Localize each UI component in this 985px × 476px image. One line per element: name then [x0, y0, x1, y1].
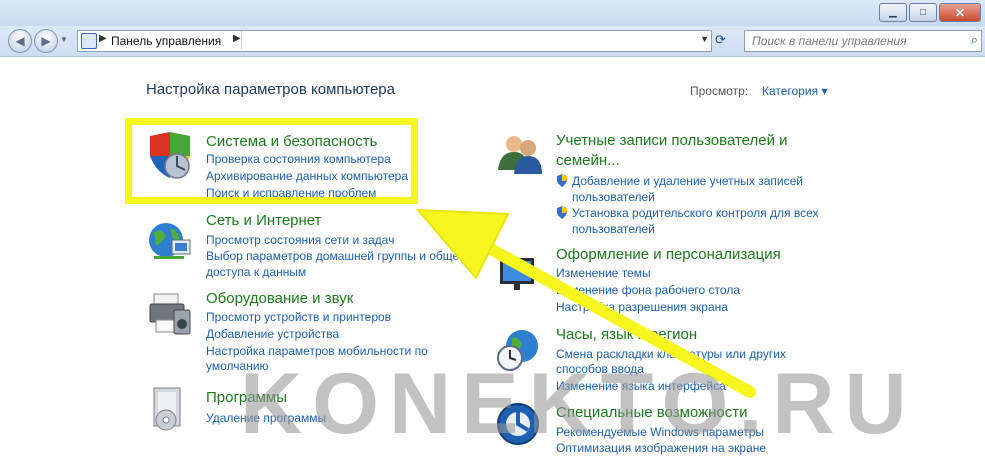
close-button[interactable]: ✕ — [939, 3, 981, 22]
minimize-button[interactable]: ▁ — [879, 3, 907, 22]
back-button[interactable]: ◀ — [8, 29, 32, 53]
chevron-right-icon[interactable]: ▶ — [233, 33, 241, 44]
highlight-frame — [125, 118, 418, 204]
link-devices-printers[interactable]: Просмотр устройств и принтеров — [206, 310, 391, 324]
link-add-remove-accounts[interactable]: Добавление и удаление учетных записей — [572, 174, 803, 188]
uac-shield-icon — [557, 206, 567, 219]
link-homegroup-cont[interactable]: доступа к данным — [206, 265, 306, 279]
link-add-device[interactable]: Добавление устройства — [206, 327, 339, 341]
watermark: KONEKTO.RU — [240, 356, 917, 452]
address-bar[interactable]: ▶ Панель управления ▶ ▼ — [77, 30, 712, 52]
network-globe-icon — [149, 223, 191, 259]
search-box[interactable]: Поиск в панели управления ⌕ — [744, 30, 982, 52]
link-add-remove-accounts-cont[interactable]: пользователей — [572, 190, 655, 204]
recent-pages-icon[interactable]: ▼ — [60, 35, 68, 44]
category-title-user-accounts-cont[interactable]: семейн... — [556, 152, 620, 169]
category-title-user-accounts[interactable]: Учетные записи пользователей и — [556, 132, 788, 149]
view-dropdown[interactable]: Категория — [762, 84, 827, 98]
title-bar: ▁ □ ✕ — [0, 0, 985, 26]
category-title-clock-language[interactable]: Часы, язык и регион — [556, 326, 697, 343]
link-network-status[interactable]: Просмотр состояния сети и задач — [206, 233, 394, 247]
uac-shield-icon — [557, 174, 567, 187]
navigation-bar: ◀ ▶ ▼ ▶ Панель управления ▶ ▼ ⟳ Поиск в … — [0, 26, 985, 57]
link-screen-resolution[interactable]: Настройка разрешения экрана — [556, 300, 728, 314]
link-parental-controls[interactable]: Установка родительского контроля для все… — [572, 206, 819, 220]
users-icon — [498, 136, 542, 174]
appearance-monitor-icon — [500, 258, 534, 290]
chevron-right-icon[interactable]: ▶ — [99, 33, 107, 44]
forward-button[interactable]: ▶ — [34, 29, 58, 53]
view-label: Просмотр: — [690, 84, 749, 98]
category-title-hardware[interactable]: Оборудование и звук — [206, 290, 353, 307]
category-title-network[interactable]: Сеть и Интернет — [206, 212, 322, 229]
refresh-icon[interactable]: ⟳ — [715, 32, 726, 48]
page-title: Настройка параметров компьютера — [146, 81, 395, 98]
breadcrumb[interactable]: Панель управления — [111, 34, 221, 48]
link-homegroup[interactable]: Выбор параметров домашней группы и общег… — [206, 249, 470, 263]
address-dropdown-icon[interactable]: ▼ — [700, 34, 709, 44]
link-desktop-background[interactable]: Изменение фона рабочего стола — [556, 283, 740, 297]
control-panel-icon — [81, 33, 97, 49]
window-controls: ▁ □ ✕ — [879, 3, 981, 22]
link-change-theme[interactable]: Изменение темы — [556, 266, 651, 280]
search-icon[interactable]: ⌕ — [971, 32, 978, 48]
category-title-appearance[interactable]: Оформление и персонализация — [556, 246, 781, 263]
search-input[interactable]: Поиск в панели управления — [752, 34, 907, 48]
link-parental-controls-cont[interactable]: пользователей — [572, 222, 655, 236]
programs-icon — [153, 387, 181, 431]
maximize-button[interactable]: □ — [909, 3, 937, 22]
printer-icon — [149, 293, 191, 335]
